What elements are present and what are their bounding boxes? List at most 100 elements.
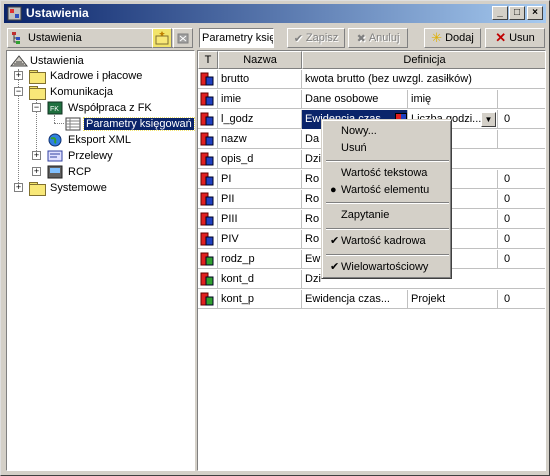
row-number-cell[interactable]: 0 <box>498 190 545 209</box>
expand-rcp-icon[interactable]: + <box>32 167 41 176</box>
tree-item-rcp-label: RCP <box>68 166 92 178</box>
save-label: Zapisz <box>305 32 339 44</box>
row-name-cell[interactable]: brutto <box>218 70 302 89</box>
row-name-cell[interactable]: imie <box>218 90 302 109</box>
row-definition2-cell[interactable]: imię <box>408 90 498 109</box>
row-name-cell[interactable]: PIII <box>218 210 302 229</box>
menu-item-element-value[interactable]: ● Wartość elementu <box>325 182 450 199</box>
parameter-field[interactable]: Parametry księg <box>199 28 274 48</box>
table-row[interactable]: imie Dane osobowe imię <box>198 90 545 109</box>
row-type-cell <box>198 130 218 149</box>
tree-item-eksport[interactable]: Eksport XML <box>47 132 133 148</box>
save-button[interactable]: ✔ Zapisz <box>287 28 345 48</box>
close-button[interactable]: × <box>527 6 543 20</box>
row-number-cell[interactable]: 0 <box>498 250 545 269</box>
menu-item-new-label: Nowy... <box>341 125 377 137</box>
column-header-type[interactable]: T <box>198 51 218 69</box>
tree-item-przelewy-label: Przelewy <box>68 150 113 162</box>
row-definition-cell[interactable]: Dane osobowe <box>302 90 408 109</box>
tree-root-label: Ustawienia <box>30 55 84 67</box>
row-name-cell[interactable]: nazw <box>218 130 302 149</box>
menu-item-text-value-label: Wartość tekstowa <box>341 167 428 179</box>
row-definition-cell[interactable]: Ewidencja czas... <box>302 290 408 309</box>
checkmark-icon: ✔ <box>330 235 340 247</box>
row-type-cell <box>198 290 218 309</box>
context-menu[interactable]: Nowy... Usuń Wartość tekstowa ● Wartość e… <box>321 119 452 279</box>
add-button[interactable]: ✳ Dodaj <box>424 28 481 48</box>
menu-item-text-value[interactable]: Wartość tekstowa <box>325 165 450 182</box>
expand-przelewy-icon[interactable]: + <box>32 151 41 160</box>
collapse-komunikacja-icon[interactable]: − <box>14 87 23 96</box>
cancel-button[interactable]: ✖ Anuluj <box>348 28 408 48</box>
row-number-cell[interactable]: 0 <box>498 170 545 189</box>
menu-item-multi-value-label: Wielowartościowy <box>341 261 429 273</box>
row-name-cell[interactable]: PII <box>218 190 302 209</box>
row-number-cell[interactable]: 0 <box>498 290 545 309</box>
menu-separator <box>326 254 449 256</box>
row-name-cell[interactable]: l_godz <box>218 110 302 129</box>
row-definition2-cell[interactable]: Projekt <box>408 290 498 309</box>
add-label: Dodaj <box>445 32 474 44</box>
tree-item-rcp[interactable]: RCP <box>47 164 93 180</box>
row-number-cell[interactable]: 0 <box>498 110 545 129</box>
tree-item-systemowe[interactable]: Systemowe <box>29 180 109 196</box>
clear-button[interactable] <box>173 28 193 48</box>
row-name-cell[interactable]: PIV <box>218 230 302 249</box>
folder-open-icon <box>29 86 46 100</box>
highlight-button[interactable] <box>152 28 172 48</box>
menu-separator <box>326 160 449 162</box>
row-definition-cell[interactable]: kwota brutto (bez uwzgl. zasiłków) <box>302 70 545 89</box>
settings-window: Ustawienia _ □ × Ustawienia Parametry ks… <box>0 0 550 476</box>
tree-item-parametry[interactable]: Parametry księgowań <box>65 116 195 132</box>
dropdown-arrow-icon[interactable]: ▼ <box>481 112 496 127</box>
multi-value-type-icon <box>200 292 214 306</box>
row-name-cell[interactable]: kont_d <box>218 270 302 289</box>
row-name-cell[interactable]: rodz_p <box>218 250 302 269</box>
delete-label: Usun <box>509 32 535 44</box>
tree-item-komunikacja[interactable]: Komunikacja <box>29 84 115 100</box>
row-number-cell[interactable] <box>498 130 545 149</box>
element-type-icon <box>200 232 214 246</box>
expand-kadrowe-icon[interactable]: + <box>14 71 23 80</box>
maximize-button[interactable]: □ <box>509 6 525 20</box>
tree-item-przelewy[interactable]: Przelewy <box>47 148 115 164</box>
column-header-nazwa[interactable]: Nazwa <box>218 51 302 69</box>
row-type-cell <box>198 210 218 229</box>
globe-icon <box>48 133 62 147</box>
table-icon <box>65 117 81 131</box>
minimize-button[interactable]: _ <box>492 6 508 20</box>
title-bar[interactable]: Ustawienia _ □ × <box>4 4 546 23</box>
row-number-cell[interactable]: 0 <box>498 230 545 249</box>
menu-item-new[interactable]: Nowy... <box>325 123 450 140</box>
tree-item-kadrowe[interactable]: Kadrowe i płacowe <box>29 68 144 84</box>
row-type-cell <box>198 150 218 169</box>
delete-button[interactable]: ✕ Usun <box>485 28 545 48</box>
menu-item-multi-value[interactable]: ✔ Wielowartościowy <box>325 259 450 276</box>
table-row[interactable]: brutto kwota brutto (bez uwzgl. zasiłków) <box>198 70 545 89</box>
tree-structure-icon <box>12 32 20 44</box>
checkmark-icon: ✔ <box>293 32 303 45</box>
row-name-cell[interactable]: opis_d <box>218 150 302 169</box>
menu-item-delete[interactable]: Usuń <box>325 140 450 157</box>
folder-icon <box>29 70 46 84</box>
table-row[interactable]: kont_p Ewidencja czas... Projekt 0 <box>198 290 545 309</box>
column-header-definicja[interactable]: Definicja <box>302 51 545 69</box>
menu-item-query[interactable]: Zapytanie <box>325 207 450 224</box>
row-type-cell <box>198 190 218 209</box>
delete-x-icon: ✕ <box>495 30 507 45</box>
menu-item-hr-value[interactable]: ✔ Wartość kadrowa <box>325 233 450 250</box>
radio-dot-icon: ● <box>330 184 337 196</box>
settings-tree[interactable]: Ustawienia + Kadrowe i płacowe − Komunik… <box>6 50 195 471</box>
folder-star-icon <box>155 31 169 45</box>
row-number-cell[interactable] <box>498 90 545 109</box>
sparkle-icon: ✳ <box>431 30 443 45</box>
collapse-wspolpraca-icon[interactable]: − <box>32 103 41 112</box>
expand-systemowe-icon[interactable]: + <box>14 183 23 192</box>
row-number-cell[interactable]: 0 <box>498 210 545 229</box>
tree-item-wspolpraca[interactable]: FK Współpraca z FK <box>47 100 154 116</box>
row-name-cell[interactable]: kont_p <box>218 290 302 309</box>
tree-root[interactable]: Ustawienia <box>10 53 86 69</box>
row-name-cell[interactable]: PI <box>218 170 302 189</box>
row-type-cell <box>198 230 218 249</box>
element-type-icon <box>200 192 214 206</box>
